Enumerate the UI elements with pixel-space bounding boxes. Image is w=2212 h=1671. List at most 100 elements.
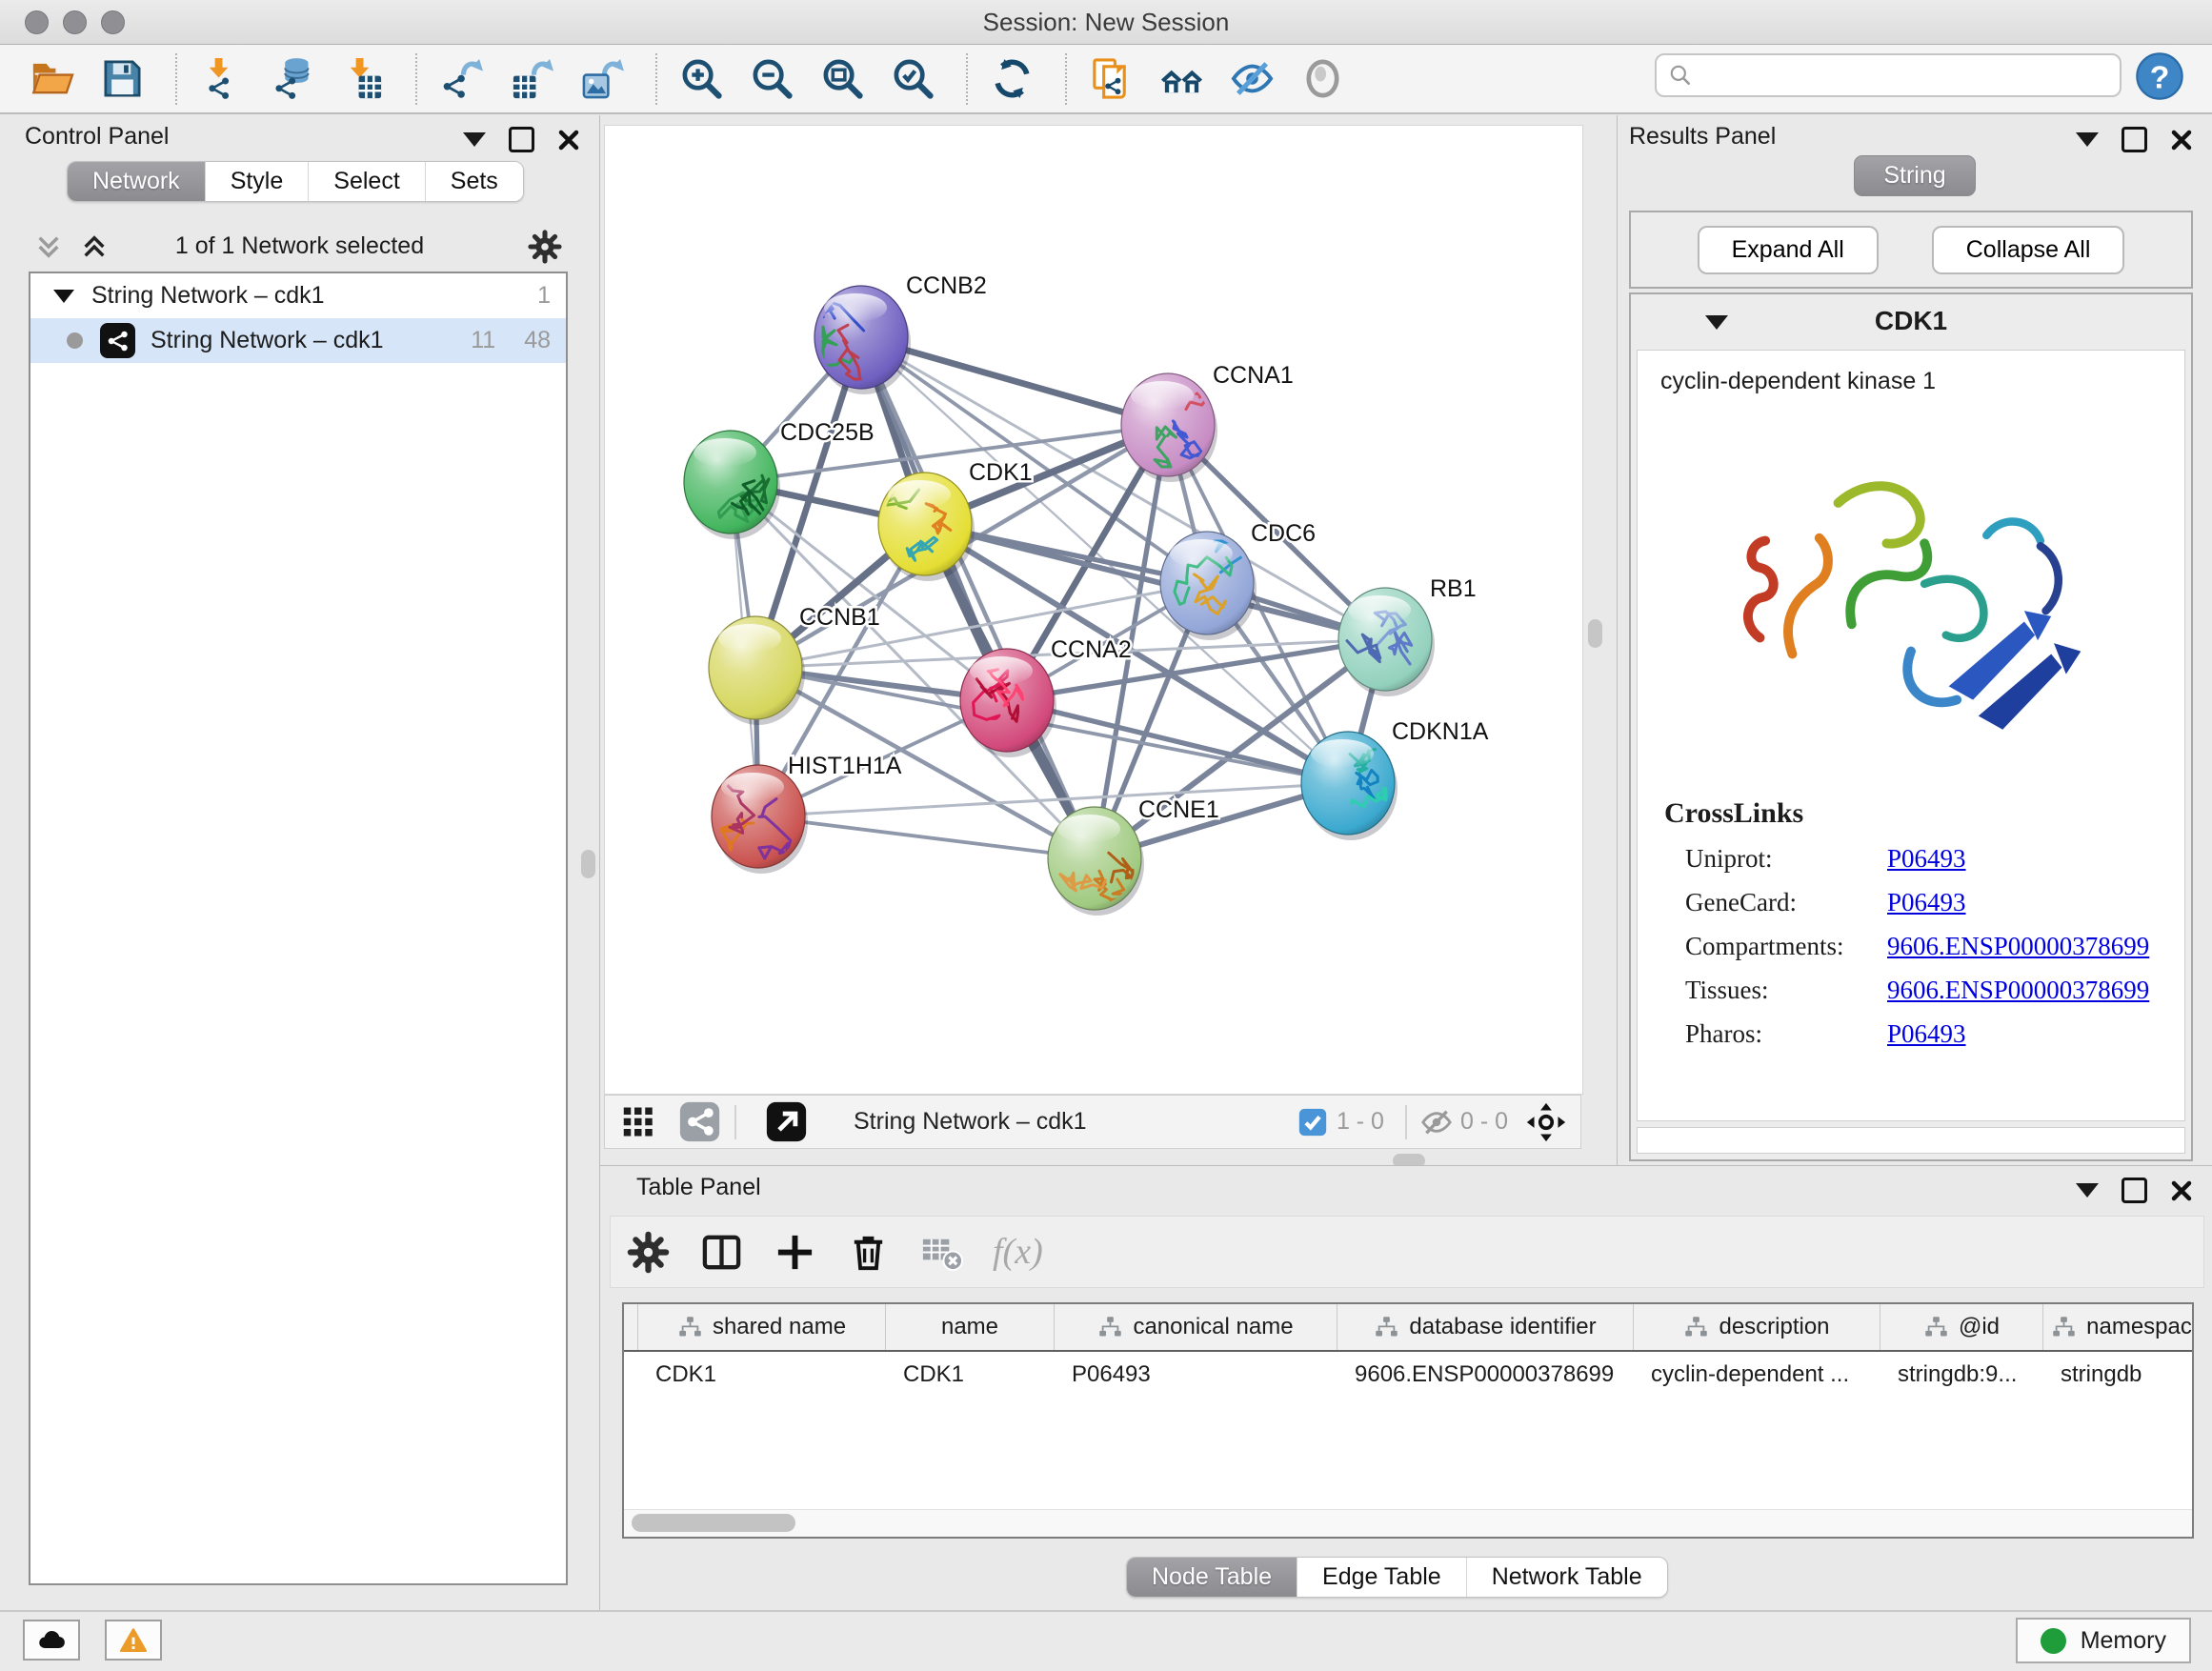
- toolbar-separator: [655, 53, 657, 105]
- left-splitter-handle[interactable]: [581, 850, 595, 878]
- collapse-all-button[interactable]: Collapse All: [1932, 226, 2125, 274]
- collapse-panel-icon[interactable]: [2076, 132, 2099, 147]
- close-panel-icon[interactable]: [557, 129, 580, 151]
- tab-select[interactable]: Select: [308, 162, 424, 201]
- export-table-icon[interactable]: [507, 54, 556, 104]
- save-session-icon[interactable]: [97, 54, 147, 104]
- network-collection-row[interactable]: String Network – cdk1 1: [30, 273, 566, 318]
- toolbar-separator: [966, 53, 968, 105]
- column-header-canonical-name[interactable]: canonical name: [1055, 1304, 1337, 1350]
- open-session-icon[interactable]: [27, 54, 76, 104]
- cloud-button[interactable]: [23, 1620, 80, 1661]
- table-gear-icon[interactable]: [626, 1230, 671, 1275]
- show-eye-icon[interactable]: [1297, 54, 1347, 104]
- column-header-label: description: [1719, 1314, 1829, 1340]
- tab-style[interactable]: Style: [205, 162, 309, 201]
- houses-icon[interactable]: [1156, 54, 1206, 104]
- zoom-in-icon[interactable]: [676, 54, 726, 104]
- birdseye-view-icon[interactable]: [1525, 1101, 1567, 1143]
- zoom-fit-icon[interactable]: [817, 54, 867, 104]
- table-horizontal-scrollbar[interactable]: [624, 1509, 2192, 1537]
- tab-network-table[interactable]: Network Table: [1466, 1558, 1667, 1597]
- network-row-selected[interactable]: String Network – cdk1 11 48: [30, 318, 566, 363]
- refresh-network-icon[interactable]: [987, 54, 1036, 104]
- collapse-panel-icon[interactable]: [2076, 1183, 2099, 1198]
- table-panel-controls: [2076, 1178, 2193, 1203]
- column-hierarchy-icon: [2051, 1315, 2077, 1340]
- scrollbar-thumb[interactable]: [632, 1514, 795, 1532]
- tab-node-table[interactable]: Node Table: [1127, 1558, 1297, 1597]
- column-header-label: database identifier: [1409, 1314, 1596, 1340]
- column-hierarchy-icon: [1683, 1315, 1709, 1340]
- help-icon[interactable]: ?: [2134, 50, 2185, 102]
- crosslink-pharos-link[interactable]: P06493: [1887, 1019, 1966, 1049]
- add-column-icon[interactable]: [773, 1230, 817, 1275]
- memory-status-icon: [2041, 1628, 2066, 1654]
- open-external-icon[interactable]: [765, 1100, 808, 1143]
- import-table-icon[interactable]: [337, 54, 387, 104]
- tab-edge-table[interactable]: Edge Table: [1297, 1558, 1466, 1597]
- node-CDC25B[interactable]: [684, 431, 780, 539]
- column-header-@id[interactable]: @id: [1880, 1304, 2043, 1350]
- crosslink-compartments-link[interactable]: 9606.ENSP00000378699: [1887, 932, 2149, 961]
- node-CCNA1[interactable]: [1121, 373, 1217, 482]
- crosslink-uniprot-link[interactable]: P06493: [1887, 844, 1966, 874]
- column-header-namespac[interactable]: namespac: [2043, 1304, 2194, 1350]
- close-panel-icon[interactable]: [2170, 1179, 2193, 1202]
- memory-button[interactable]: Memory: [2016, 1618, 2191, 1663]
- delete-column-trash-icon[interactable]: [846, 1230, 891, 1275]
- zoom-selected-icon[interactable]: [888, 54, 937, 104]
- status-bar: Memory: [0, 1610, 2212, 1671]
- crosslink-genecard-link[interactable]: P06493: [1887, 888, 1966, 917]
- crosslink-tissues-link[interactable]: 9606.ENSP00000378699: [1887, 976, 2149, 1005]
- gene-section-header[interactable]: CDK1: [1631, 294, 2191, 350]
- node-CDKN1A[interactable]: [1301, 732, 1398, 840]
- import-network-file-icon[interactable]: [196, 54, 246, 104]
- collapse-panel-icon[interactable]: [463, 132, 486, 147]
- node-CCNB2[interactable]: [814, 286, 911, 394]
- crosslink-label: GeneCard:: [1685, 888, 1887, 917]
- node-CDK1[interactable]: [878, 473, 975, 581]
- expand-all-button[interactable]: Expand All: [1698, 226, 1879, 274]
- node-HIST1H1A[interactable]: [712, 765, 808, 874]
- export-network-icon[interactable]: [436, 54, 486, 104]
- selected-checkbox-icon[interactable]: [1297, 1106, 1329, 1138]
- float-panel-icon[interactable]: [2122, 1178, 2147, 1203]
- share-network-icon[interactable]: [678, 1100, 721, 1143]
- split-columns-icon[interactable]: [699, 1230, 744, 1275]
- network-canvas[interactable]: CCNB2CCNA1CDC25BCDK1CDC6RB1CCNB1CCNA2CDK…: [604, 125, 1583, 1095]
- node-RB1[interactable]: [1338, 588, 1435, 696]
- column-header-description[interactable]: description: [1634, 1304, 1880, 1350]
- table-row[interactable]: CDK1CDK1P064939606.ENSP00000378699cyclin…: [624, 1352, 2192, 1398]
- right-splitter-handle[interactable]: [1588, 619, 1602, 648]
- table-body: CDK1CDK1P064939606.ENSP00000378699cyclin…: [624, 1352, 2192, 1398]
- column-header-shared-name[interactable]: shared name: [638, 1304, 886, 1350]
- node-label-CCNB2: CCNB2: [906, 272, 987, 299]
- node-CCNE1[interactable]: [1048, 807, 1144, 916]
- tree-expand-icon[interactable]: [53, 290, 74, 303]
- crosslink-row: Compartments:9606.ENSP00000378699: [1685, 932, 2184, 961]
- tab-network[interactable]: Network: [68, 162, 205, 201]
- hidden-count: 0 - 0: [1460, 1108, 1508, 1136]
- float-panel-icon[interactable]: [509, 127, 534, 152]
- toolbar-separator: [1065, 53, 1067, 105]
- node-CCNA2[interactable]: [960, 649, 1056, 757]
- float-panel-icon[interactable]: [2122, 127, 2147, 152]
- document-network-icon[interactable]: [1086, 54, 1136, 104]
- tab-string[interactable]: String: [1854, 155, 1975, 196]
- export-image-icon[interactable]: [577, 54, 627, 104]
- grid-view-icon[interactable]: [620, 1100, 663, 1143]
- warning-button[interactable]: [105, 1620, 162, 1661]
- node-table: shared namenamecanonical name database id…: [622, 1302, 2194, 1539]
- close-panel-icon[interactable]: [2170, 129, 2193, 151]
- node-CCNB1[interactable]: [709, 616, 805, 725]
- column-header-name[interactable]: name: [886, 1304, 1055, 1350]
- tab-sets[interactable]: Sets: [425, 162, 523, 201]
- zoom-out-icon[interactable]: [747, 54, 796, 104]
- hide-selected-eye-slash-icon[interactable]: [1227, 54, 1277, 104]
- column-header-database-identifier[interactable]: database identifier: [1337, 1304, 1634, 1350]
- import-network-database-icon[interactable]: [267, 54, 316, 104]
- gear-icon[interactable]: [527, 229, 563, 265]
- crosslink-label: Compartments:: [1685, 932, 1887, 961]
- search-input[interactable]: [1702, 61, 2120, 90]
